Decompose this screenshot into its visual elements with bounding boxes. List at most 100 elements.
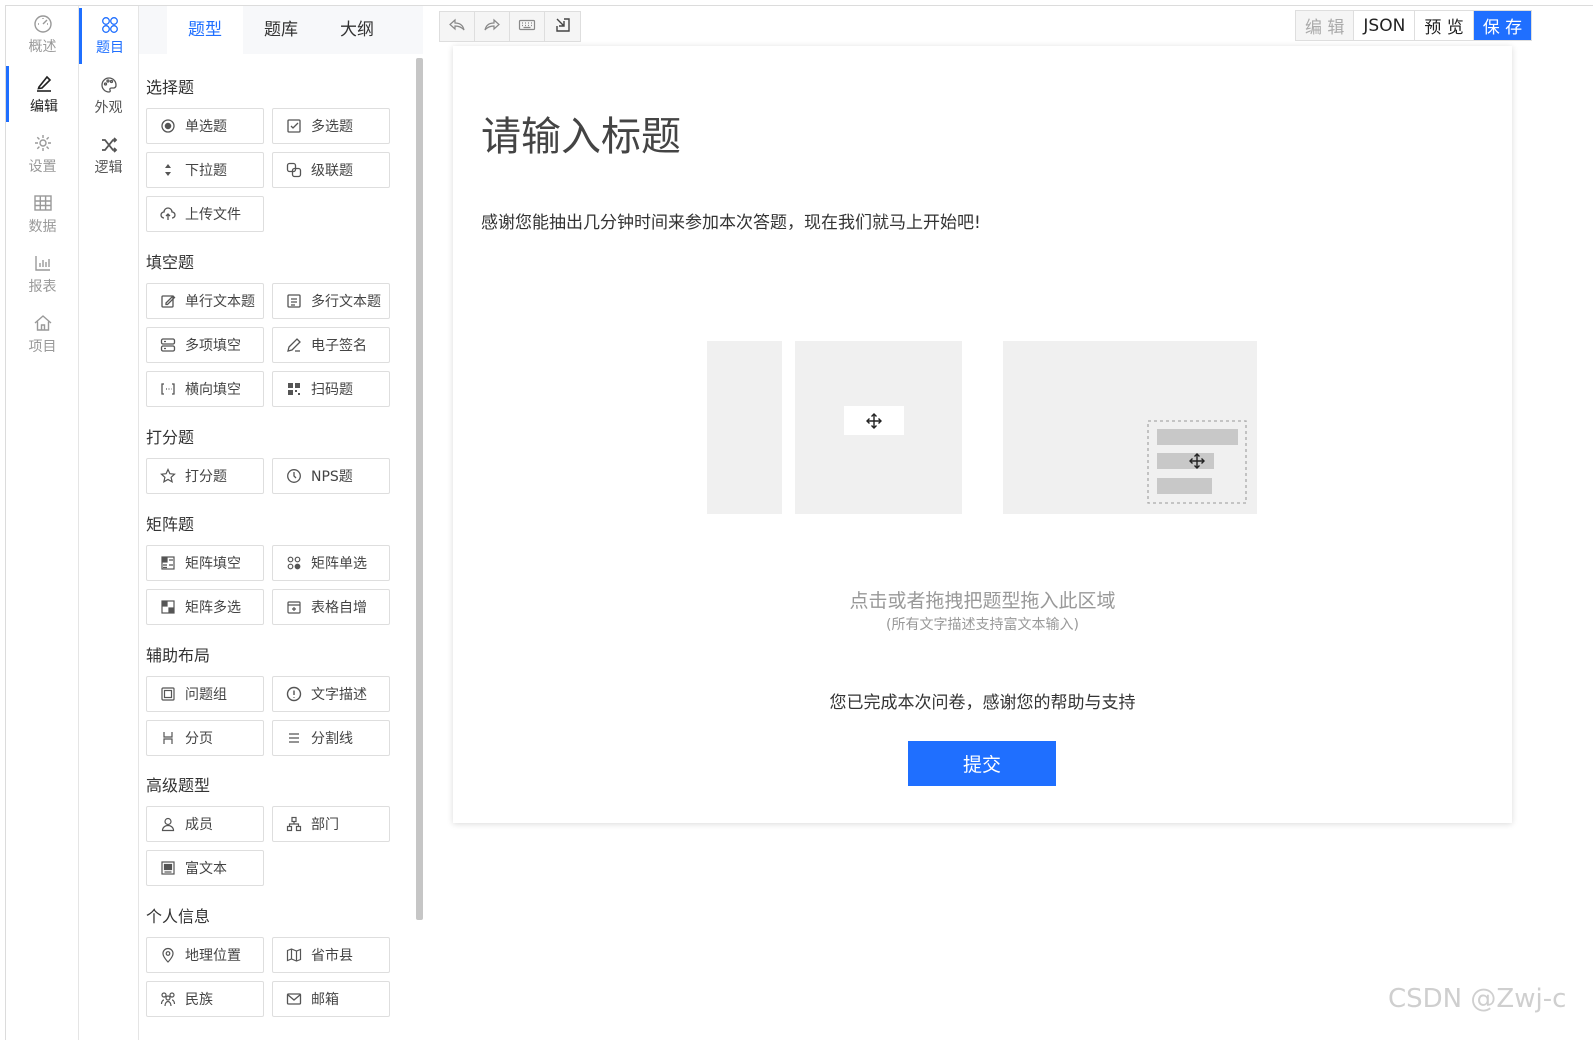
form-title[interactable]: 请输入标题 (481, 104, 681, 162)
checkbox-icon (286, 118, 302, 134)
widget-label: 部门 (311, 817, 339, 833)
panel-scrollbar[interactable] (416, 58, 423, 920)
sub-nav: 题目 外观 逻辑 (79, 6, 139, 1040)
widget-label: 邮箱 (311, 992, 339, 1008)
widget-divider[interactable]: 分割线 (272, 720, 390, 756)
nav-item-report[interactable]: 报表 (6, 246, 79, 302)
group-title: 选择题 (146, 78, 195, 97)
star-icon (160, 468, 176, 484)
widget-table-add[interactable]: 表格自增 (272, 589, 390, 625)
widget-label: 单选题 (185, 119, 227, 135)
single-line-icon (160, 293, 176, 309)
nps-icon (286, 468, 302, 484)
widget-single-line[interactable]: 单行文本题 (146, 283, 264, 319)
tab-question-bank[interactable]: 题库 (243, 6, 319, 54)
sub-item-logic[interactable]: 逻辑 (79, 128, 138, 184)
widget-province[interactable]: 省市县 (272, 937, 390, 973)
widget-ethnicity[interactable]: 民族 (146, 981, 264, 1017)
widget-email[interactable]: 邮箱 (272, 981, 390, 1017)
nav-item-data[interactable]: 数据 (6, 186, 79, 242)
widget-nps[interactable]: NPS题 (272, 458, 390, 494)
widget-rich-text[interactable]: 富文本 (146, 850, 264, 886)
group-title: 矩阵题 (146, 515, 195, 534)
preview-button[interactable]: 预 览 (1415, 11, 1474, 40)
dropdown-icon (160, 162, 176, 178)
widget-inline-fill[interactable]: 横向填空 (146, 371, 264, 407)
undo-icon (448, 16, 466, 38)
multi-fill-icon (160, 337, 176, 353)
widget-multi-line[interactable]: 多行文本题 (272, 283, 390, 319)
widget-label: 电子签名 (311, 338, 367, 354)
widget-text-desc[interactable]: 文字描述 (272, 676, 390, 712)
rich-text-icon (160, 860, 176, 876)
tab-question-types[interactable]: 题型 (167, 6, 243, 54)
widget-multi-choice[interactable]: 多选题 (272, 108, 390, 144)
nav-label: 数据 (28, 218, 57, 235)
map-icon (286, 947, 302, 963)
edit-mode-button[interactable]: 编 辑 (1296, 11, 1355, 40)
group-title: 高级题型 (146, 776, 211, 795)
widget-barcode[interactable]: 扫码题 (272, 371, 390, 407)
barcode-icon (286, 381, 302, 397)
form-description[interactable]: 感谢您能抽出几分钟时间来参加本次答题，现在我们就马上开始吧! (481, 208, 981, 233)
matrix-fill-icon (160, 555, 176, 571)
nav-item-project[interactable]: 项目 (6, 306, 79, 362)
widget-label: 单行文本题 (185, 294, 255, 310)
info-icon (286, 686, 302, 702)
widget-label: 富文本 (185, 861, 227, 877)
widget-dropdown[interactable]: 下拉题 (146, 152, 264, 188)
nav-item-settings[interactable]: 设置 (6, 126, 79, 182)
import-button[interactable] (545, 12, 580, 41)
sub-item-questions[interactable]: 题目 (79, 8, 138, 64)
widget-label: 多行文本题 (311, 294, 381, 310)
widget-label: 成员 (185, 817, 213, 833)
table-add-icon (286, 599, 302, 615)
drop-hint: 点击或者拖拽把题型拖入此区域 (849, 590, 1116, 612)
divider-icon (286, 730, 302, 746)
keyboard-button[interactable] (510, 12, 545, 41)
widget-label: 民族 (185, 992, 213, 1008)
question-icon (102, 17, 118, 33)
nav-item-edit[interactable]: 编辑 (6, 66, 79, 122)
widget-upload[interactable]: 上传文件 (146, 196, 264, 232)
widget-signature[interactable]: 电子签名 (272, 327, 390, 363)
widget-label: 问题组 (185, 687, 227, 703)
widget-multi-fill[interactable]: 多项填空 (146, 327, 264, 363)
undo-button[interactable] (440, 12, 475, 41)
widget-matrix-fill[interactable]: 矩阵填空 (146, 545, 264, 581)
save-button[interactable]: 保 存 (1473, 11, 1532, 40)
widget-single-choice[interactable]: 单选题 (146, 108, 264, 144)
app-frame: 概述 编辑 设置 数据 报表 项目 题目 外观 逻辑 题型 题库 大纲 选择题 … (5, 5, 1593, 1040)
group-icon (160, 686, 176, 702)
edit-icon (37, 75, 52, 92)
widget-cascade[interactable]: 级联题 (272, 152, 390, 188)
widget-panel: 题型 题库 大纲 选择题 单选题 多选题 下拉题 级联题 上传文件 填空题 单行… (139, 6, 423, 1040)
widget-question-group[interactable]: 问题组 (146, 676, 264, 712)
nav-item-overview[interactable]: 概述 (6, 6, 79, 62)
location-icon (160, 947, 176, 963)
upload-icon (160, 206, 176, 222)
table-icon (33, 194, 52, 211)
sub-item-appearance[interactable]: 外观 (79, 68, 138, 124)
widget-rating[interactable]: 打分题 (146, 458, 264, 494)
group-title: 辅助布局 (146, 646, 211, 665)
shuffle-icon (101, 137, 117, 153)
tab-outline[interactable]: 大纲 (319, 6, 395, 54)
finish-message[interactable]: 您已完成本次问卷，感谢您的帮助与支持 (453, 688, 1512, 713)
dashboard-icon (33, 14, 52, 33)
widget-page-break[interactable]: 分页 (146, 720, 264, 756)
widget-department[interactable]: 部门 (272, 806, 390, 842)
editor-toolbar (439, 11, 581, 42)
drop-zone-illustration[interactable] (707, 341, 1262, 519)
widget-list: 选择题 单选题 多选题 下拉题 级联题 上传文件 填空题 单行文本题 多行文本题… (139, 54, 415, 1036)
widget-matrix-check[interactable]: 矩阵多选 (146, 589, 264, 625)
widget-location[interactable]: 地理位置 (146, 937, 264, 973)
widget-label: 表格自增 (311, 600, 367, 616)
submit-button[interactable]: 提交 (908, 741, 1056, 786)
form-canvas: 请输入标题 感谢您能抽出几分钟时间来参加本次答题，现在我们就马上开始吧! 点击或… (453, 46, 1512, 823)
redo-button[interactable] (475, 12, 510, 41)
widget-matrix-radio[interactable]: 矩阵单选 (272, 545, 390, 581)
json-button[interactable]: JSON (1354, 11, 1416, 40)
org-icon (286, 816, 302, 832)
widget-member[interactable]: 成员 (146, 806, 264, 842)
